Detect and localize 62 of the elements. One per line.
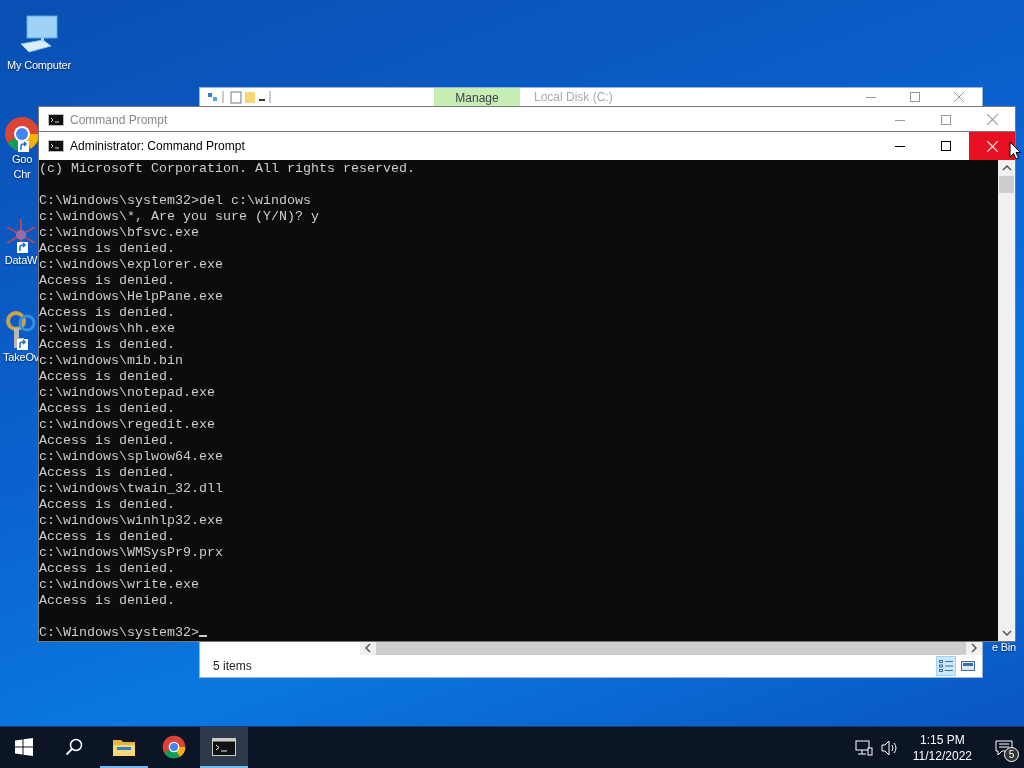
desktop-icon-label[interactable]: e Bin [991, 640, 1017, 655]
console-line: C:\Windows\system32> [39, 625, 998, 641]
console-line: c:\windows\explorer.exe [39, 257, 224, 273]
close-button[interactable] [969, 132, 1015, 160]
console-line: c:\windows\mib.bin [39, 353, 184, 369]
window-title: Command Prompt [70, 112, 169, 127]
console-icon [48, 113, 64, 126]
clock-date: 11/12/2022 [912, 747, 972, 764]
console-line: (c) Microsoft Corporation. All rights reserved. [39, 161, 416, 177]
clock-time: 1:15 PM [920, 731, 965, 748]
vertical-scrollbar[interactable] [998, 160, 1015, 641]
scroll-left-icon[interactable] [364, 643, 372, 653]
details-view-button[interactable] [936, 656, 956, 676]
desktop-icon-label[interactable]: My Computer [7, 58, 71, 73]
maximize-icon[interactable] [941, 141, 951, 151]
console-line: C:\Windows\system32>del c:\windows [39, 193, 312, 209]
close-icon[interactable] [986, 114, 998, 125]
console-line: Access is denied. [39, 561, 176, 577]
console-line: Access is denied. [39, 465, 176, 481]
console-line: c:\windows\HelpPane.exe [39, 289, 224, 305]
window-title: Administrator: Command Prompt [70, 139, 246, 153]
console-line: c:\windows\regedit.exe [39, 417, 216, 433]
contextual-tab[interactable]: Manage [434, 88, 520, 106]
console-line: c:\windows\hh.exe [39, 321, 176, 337]
notification-count: 5 [1004, 747, 1019, 763]
details-list-icon [938, 659, 954, 673]
console-line: Access is denied. [39, 497, 176, 513]
console-line: c:\windows\splwow64.exe [39, 449, 224, 465]
console-line: Access is denied. [39, 529, 176, 545]
notification-button[interactable]: 5 [984, 727, 1024, 768]
console-line: Access is denied. [39, 273, 176, 289]
scroll-up-icon[interactable] [1001, 164, 1012, 172]
desktop-icon-label[interactable]: TakeOv [2, 350, 40, 365]
volume-icon[interactable] [880, 739, 899, 756]
console-line: c:\windows\winhlp32.exe [39, 513, 224, 529]
console-line: Access is denied. [39, 241, 176, 257]
console-line: Access is denied. [39, 369, 176, 385]
clock[interactable]: 1:15 PM 11/12/2022 [904, 731, 980, 764]
notification-icon [995, 739, 1013, 756]
close-icon[interactable] [954, 92, 964, 102]
network-icon[interactable] [854, 739, 873, 756]
scroll-thumb[interactable] [999, 176, 1014, 193]
item-count: 5 items [213, 659, 253, 673]
console-line: c:\windows\*, Are you sure (Y/N)? y [39, 209, 320, 225]
desktop-icon-label[interactable]: Goo Chr [11, 152, 33, 182]
scroll-right-icon[interactable] [970, 643, 978, 653]
console-line: c:\windows\write.exe [39, 577, 200, 593]
desktop-icon-label[interactable]: DataW [4, 253, 38, 268]
console-icon[interactable] [200, 727, 248, 768]
window-title: Local Disk (C:) [534, 90, 614, 104]
console-line: Access is denied. [39, 433, 176, 449]
console-line: c:\windows\WMSysPr9.prx [39, 545, 224, 561]
console-line: Access is denied. [39, 593, 176, 609]
console-line: c:\windows\twain_32.dll [39, 481, 224, 497]
preview-pane-icon [960, 659, 976, 673]
console-icon [48, 140, 64, 152]
console-line: c:\windows\notepad.exe [39, 385, 216, 401]
console-line: Access is denied. [39, 401, 176, 417]
scroll-down-icon[interactable] [1001, 629, 1012, 637]
console-line: Access is denied. [39, 337, 176, 353]
console-line: Access is denied. [39, 305, 176, 321]
console-line: c:\windows\bfsvc.exe [39, 225, 200, 241]
